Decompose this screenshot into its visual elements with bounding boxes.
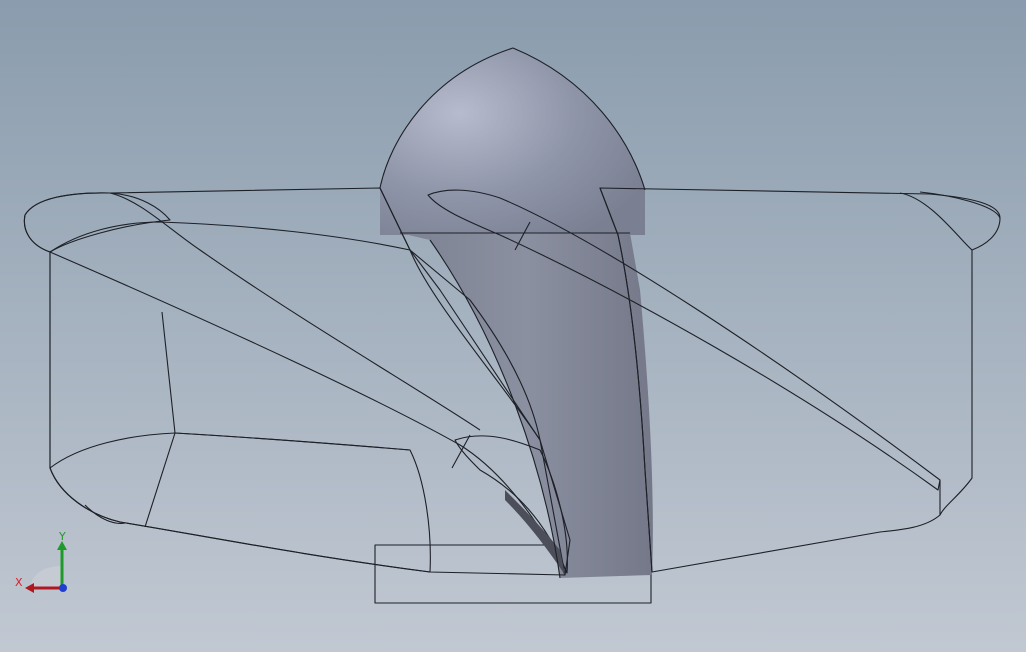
- x-axis-arrow-icon: [25, 583, 34, 593]
- z-axis-dot: [59, 584, 67, 592]
- nose-dome[interactable]: [380, 48, 645, 235]
- impeller-3d-model[interactable]: [0, 0, 1026, 652]
- triad-shadow: [30, 566, 62, 588]
- cad-graphics-viewport[interactable]: Y X: [0, 0, 1026, 652]
- x-axis-label: X: [15, 576, 23, 589]
- axis-triad: Y X: [15, 530, 67, 593]
- lower-left-blade[interactable]: [49, 432, 431, 573]
- y-axis-label: Y: [58, 530, 66, 543]
- central-hub-column[interactable]: [400, 233, 653, 578]
